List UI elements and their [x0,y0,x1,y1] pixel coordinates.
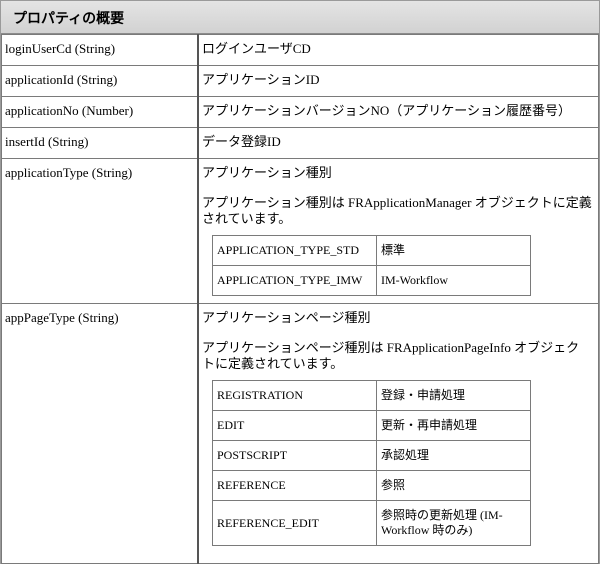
property-description: データ登録ID [197,127,599,159]
property-description-cell: アプリケーション種別 アプリケーション種別は FRApplicationMana… [197,158,599,304]
table-row: applicationId (String) アプリケーションID [1,65,599,97]
constant-value: 更新・再申請処理 [376,410,531,441]
constant-row: APPLICATION_TYPE_STD 標準 [212,235,531,266]
constant-row: POSTSCRIPT 承認処理 [212,440,531,471]
table-row: loginUserCd (String) ログインユーザCD [1,34,599,66]
constant-key: EDIT [212,410,377,441]
property-description: アプリケーションページ種別 [202,310,371,325]
constants-table: REGISTRATION 登録・申請処理 EDIT 更新・再申請処理 POSTS… [212,380,531,546]
constant-value: 参照 [376,470,531,501]
property-note: アプリケーションページ種別は FRApplicationPageInfo オブジ… [202,340,580,371]
property-name: insertId (String) [1,127,199,159]
table-row: insertId (String) データ登録ID [1,127,599,159]
property-table: loginUserCd (String) ログインユーザCD applicati… [1,34,599,564]
constant-key: REFERENCE [212,470,377,501]
constants-table: APPLICATION_TYPE_STD 標準 APPLICATION_TYPE… [212,235,531,296]
property-name: applicationType (String) [1,158,199,304]
constant-row: REFERENCE_EDIT 参照時の更新処理 (IM-Workflow 時のみ… [212,500,531,546]
constant-key: APPLICATION_TYPE_STD [212,235,377,266]
constant-key: REFERENCE_EDIT [212,500,377,546]
constant-key: POSTSCRIPT [212,440,377,471]
constant-value: IM-Workflow [376,265,531,296]
property-name: appPageType (String) [1,303,199,564]
table-row: appPageType (String) アプリケーションページ種別 アプリケー… [1,303,599,564]
property-name: applicationNo (Number) [1,96,199,128]
panel-header: プロパティの概要 [1,1,599,34]
property-description: アプリケーションバージョンNO（アプリケーション履歴番号） [197,96,599,128]
table-row: applicationNo (Number) アプリケーションバージョンNO（ア… [1,96,599,128]
panel-title: プロパティの概要 [13,11,125,27]
constant-row: APPLICATION_TYPE_IMW IM-Workflow [212,265,531,296]
property-description-cell: アプリケーションページ種別 アプリケーションページ種別は FRApplicati… [197,303,599,564]
constant-row: REFERENCE 参照 [212,470,531,501]
property-note: アプリケーション種別は FRApplicationManager オブジェクトに… [202,195,592,226]
constant-row: REGISTRATION 登録・申請処理 [212,380,531,411]
constant-value: 登録・申請処理 [376,380,531,411]
property-description: アプリケーションID [197,65,599,97]
constant-value: 標準 [376,235,531,266]
constant-key: APPLICATION_TYPE_IMW [212,265,377,296]
constant-row: EDIT 更新・再申請処理 [212,410,531,441]
property-description: アプリケーション種別 [202,165,332,180]
property-description: ログインユーザCD [197,34,599,66]
constant-key: REGISTRATION [212,380,377,411]
table-row: applicationType (String) アプリケーション種別 アプリケ… [1,158,599,304]
property-name: loginUserCd (String) [1,34,199,66]
constant-value: 参照時の更新処理 (IM-Workflow 時のみ) [376,500,531,546]
property-name: applicationId (String) [1,65,199,97]
constant-value: 承認処理 [376,440,531,471]
